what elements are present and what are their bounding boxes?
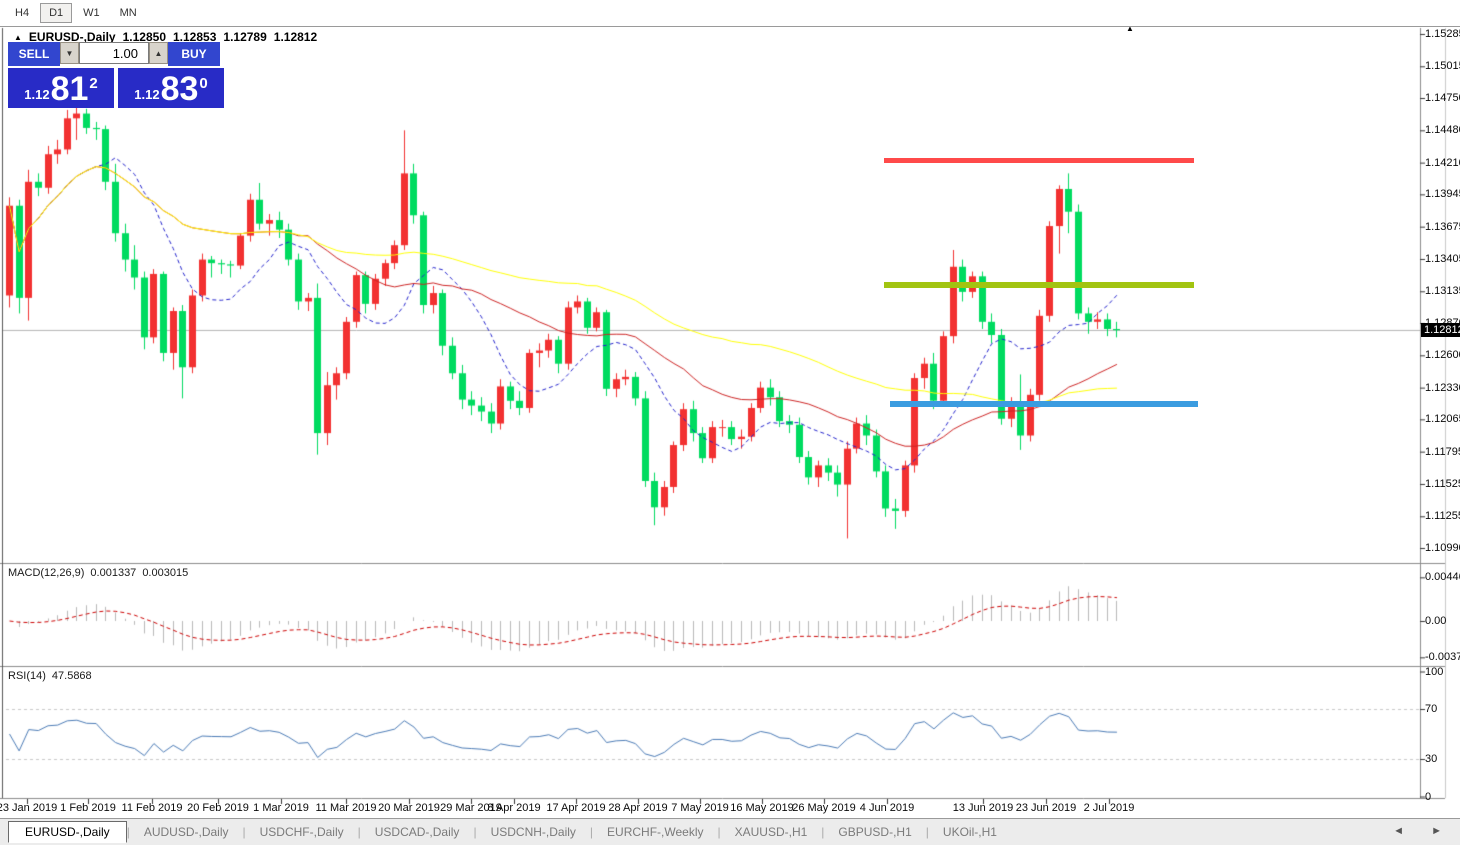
price-tick-label: 1.13405 — [1425, 253, 1460, 265]
price-tick-label: 1.15285 — [1425, 28, 1460, 40]
date-tick-label: 1 Feb 2019 — [60, 802, 116, 814]
price-tick-label: 1.14210 — [1425, 157, 1460, 169]
date-tick-label: 4 Jun 2019 — [860, 802, 914, 814]
rsi-tick-label: 100 — [1425, 666, 1443, 678]
symbol-tab-audusd-daily[interactable]: AUDUSD-,Daily — [130, 822, 243, 842]
date-tick-label: 11 Feb 2019 — [122, 802, 183, 814]
macd-tick-label: 0.00 — [1425, 615, 1446, 627]
timeframe-button-d1[interactable]: D1 — [40, 3, 72, 23]
resistance-line-red[interactable] — [884, 158, 1194, 163]
price-tick-label: 1.12065 — [1425, 413, 1460, 425]
date-tick-label: 17 Apr 2019 — [546, 802, 605, 814]
tab-scroll-arrows[interactable]: ◄ ► — [1393, 825, 1454, 837]
buy-price-sup: 0 — [199, 75, 207, 92]
date-tick-label: 1 Mar 2019 — [253, 802, 309, 814]
date-tick-label: 8 Apr 2019 — [487, 802, 540, 814]
price-tick-label: 1.14480 — [1425, 124, 1460, 136]
sell-price-prefix: 1.12 — [24, 87, 49, 102]
date-tick-label: 26 May 2019 — [792, 802, 856, 814]
symbol-tab-xauusd-h1[interactable]: XAUUSD-,H1 — [721, 822, 822, 842]
macd-name: MACD(12,26,9) — [8, 567, 84, 579]
macd-value-signal: 0.003015 — [142, 567, 188, 579]
date-tick-label: 23 Jun 2019 — [1016, 802, 1077, 814]
pivot-line-olive[interactable] — [884, 282, 1194, 288]
volume-input[interactable] — [79, 42, 149, 64]
macd-tick-label: -0.003715 — [1425, 651, 1460, 663]
date-tick-label: 11 Mar 2019 — [316, 802, 377, 814]
macd-value-main: 0.001337 — [90, 567, 136, 579]
rsi-name: RSI(14) — [8, 670, 46, 682]
price-tick-label: 1.13135 — [1425, 285, 1460, 297]
rsi-indicator-label: RSI(14) 47.5868 — [8, 670, 92, 682]
date-tick-label: 28 Apr 2019 — [608, 802, 667, 814]
timeframe-button-w1[interactable]: W1 — [74, 3, 109, 23]
volume-increase-button[interactable]: ▲ — [149, 42, 168, 64]
chart-tab-bar: EURUSD-,Daily|AUDUSD-,Daily|USDCHF-,Dail… — [0, 818, 1460, 845]
price-tick-label: 1.13675 — [1425, 221, 1460, 233]
rsi-tick-label: 30 — [1425, 753, 1437, 765]
sell-price-sup: 2 — [89, 75, 97, 92]
buy-price-prefix: 1.12 — [134, 87, 159, 102]
support-line-blue[interactable] — [890, 401, 1198, 407]
sell-price-panel[interactable]: 1.12 81 2 — [8, 68, 114, 108]
date-tick-label: 20 Mar 2019 — [378, 802, 440, 814]
sell-button[interactable]: SELL — [8, 42, 60, 66]
date-tick-label: 16 May 2019 — [730, 802, 794, 814]
buy-price-panel[interactable]: 1.12 83 0 — [118, 68, 224, 108]
date-tick-label: 2 Jul 2019 — [1084, 802, 1135, 814]
price-tick-label: 1.10990 — [1425, 542, 1460, 554]
collapse-panel-icon[interactable]: ▲ — [14, 33, 22, 42]
date-tick-label: 20 Feb 2019 — [187, 802, 249, 814]
trading-platform-window: H4D1W1MN ▲ EURUSD-,Daily 1.12850 1.12853… — [0, 0, 1460, 845]
rsi-tick-label: 70 — [1425, 703, 1437, 715]
date-tick-label: 7 May 2019 — [671, 802, 728, 814]
price-tick-label: 1.14750 — [1425, 92, 1460, 104]
buy-price-big: 83 — [161, 71, 199, 107]
symbol-tab-usdchf-daily[interactable]: USDCHF-,Daily — [246, 822, 358, 842]
date-tick-label: 13 Jun 2019 — [953, 802, 1014, 814]
macd-tick-label: 0.004465 — [1425, 571, 1460, 583]
date-tick-label: 23 Jan 2019 — [0, 802, 57, 814]
macd-indicator-label: MACD(12,26,9) 0.001337 0.003015 — [8, 567, 188, 579]
price-tick-label: 1.12600 — [1425, 349, 1460, 361]
price-chart-canvas[interactable] — [0, 0, 1460, 845]
timeframe-toolbar: H4D1W1MN — [0, 0, 1460, 27]
symbol-tab-eurusd-daily[interactable]: EURUSD-,Daily — [8, 821, 127, 843]
symbol-tab-ukoil-h1[interactable]: UKOil-,H1 — [929, 822, 1011, 842]
sell-price-big: 81 — [51, 71, 89, 107]
symbol-tab-eurchf-weekly[interactable]: EURCHF-,Weekly — [593, 822, 717, 842]
symbol-tab-usdcnh-daily[interactable]: USDCNH-,Daily — [477, 822, 590, 842]
symbol-tab-gbpusd-h1[interactable]: GBPUSD-,H1 — [824, 822, 925, 842]
rsi-value: 47.5868 — [52, 670, 92, 682]
one-click-trading-panel: SELL ▼ ▲ BUY 1.12 81 2 1.12 83 0 — [8, 42, 224, 108]
quote-close: 1.12812 — [274, 30, 317, 44]
price-tick-label: 1.11255 — [1425, 510, 1460, 522]
quote-low: 1.12789 — [223, 30, 266, 44]
price-tick-label: 1.13945 — [1425, 188, 1460, 200]
price-tick-label: 1.11795 — [1425, 446, 1460, 458]
time-axis: 23 Jan 20191 Feb 2019 11 Feb 2019 20 Feb 2… — [0, 799, 1460, 818]
volume-decrease-button[interactable]: ▼ — [60, 42, 79, 64]
timeframe-button-mn[interactable]: MN — [111, 3, 146, 23]
symbol-tab-usdcad-daily[interactable]: USDCAD-,Daily — [361, 822, 474, 842]
price-tick-label: 1.15015 — [1425, 60, 1460, 72]
bid-price-tag: 1.12812 — [1421, 323, 1460, 337]
price-tick-label: 1.11525 — [1425, 478, 1460, 490]
buy-button[interactable]: BUY — [168, 42, 220, 66]
timeframe-button-h4[interactable]: H4 — [6, 3, 38, 23]
price-tick-label: 1.12330 — [1425, 382, 1460, 394]
